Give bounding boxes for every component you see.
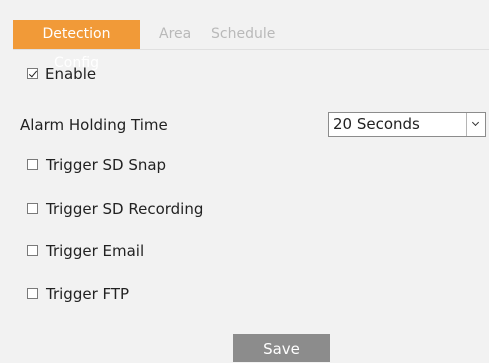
trigger-email-checkbox[interactable]: [27, 245, 38, 256]
enable-checkbox[interactable]: [27, 68, 38, 79]
tab-bar: Detection Config Area Schedule: [13, 20, 489, 71]
save-button[interactable]: Save: [233, 334, 330, 362]
tab-detection-config[interactable]: Detection Config: [13, 20, 140, 71]
chevron-down-icon[interactable]: [466, 113, 485, 136]
alarm-holding-time-value: 20 Seconds: [333, 115, 420, 133]
trigger-ftp-checkbox[interactable]: [27, 288, 38, 299]
tab-area[interactable]: Area: [159, 20, 191, 49]
trigger-sd-recording-label: Trigger SD Recording: [46, 200, 204, 218]
trigger-sd-recording-checkbox[interactable]: [27, 203, 38, 214]
alarm-holding-time-label: Alarm Holding Time: [20, 116, 168, 134]
enable-label: Enable: [45, 65, 97, 83]
trigger-ftp-label: Trigger FTP: [46, 285, 130, 303]
trigger-sd-snap-label: Trigger SD Snap: [46, 156, 167, 174]
alarm-holding-time-select[interactable]: 20 Seconds: [328, 112, 486, 137]
trigger-email-label: Trigger Email: [46, 242, 145, 260]
tab-schedule[interactable]: Schedule: [211, 20, 275, 49]
trigger-sd-snap-checkbox[interactable]: [27, 159, 38, 170]
